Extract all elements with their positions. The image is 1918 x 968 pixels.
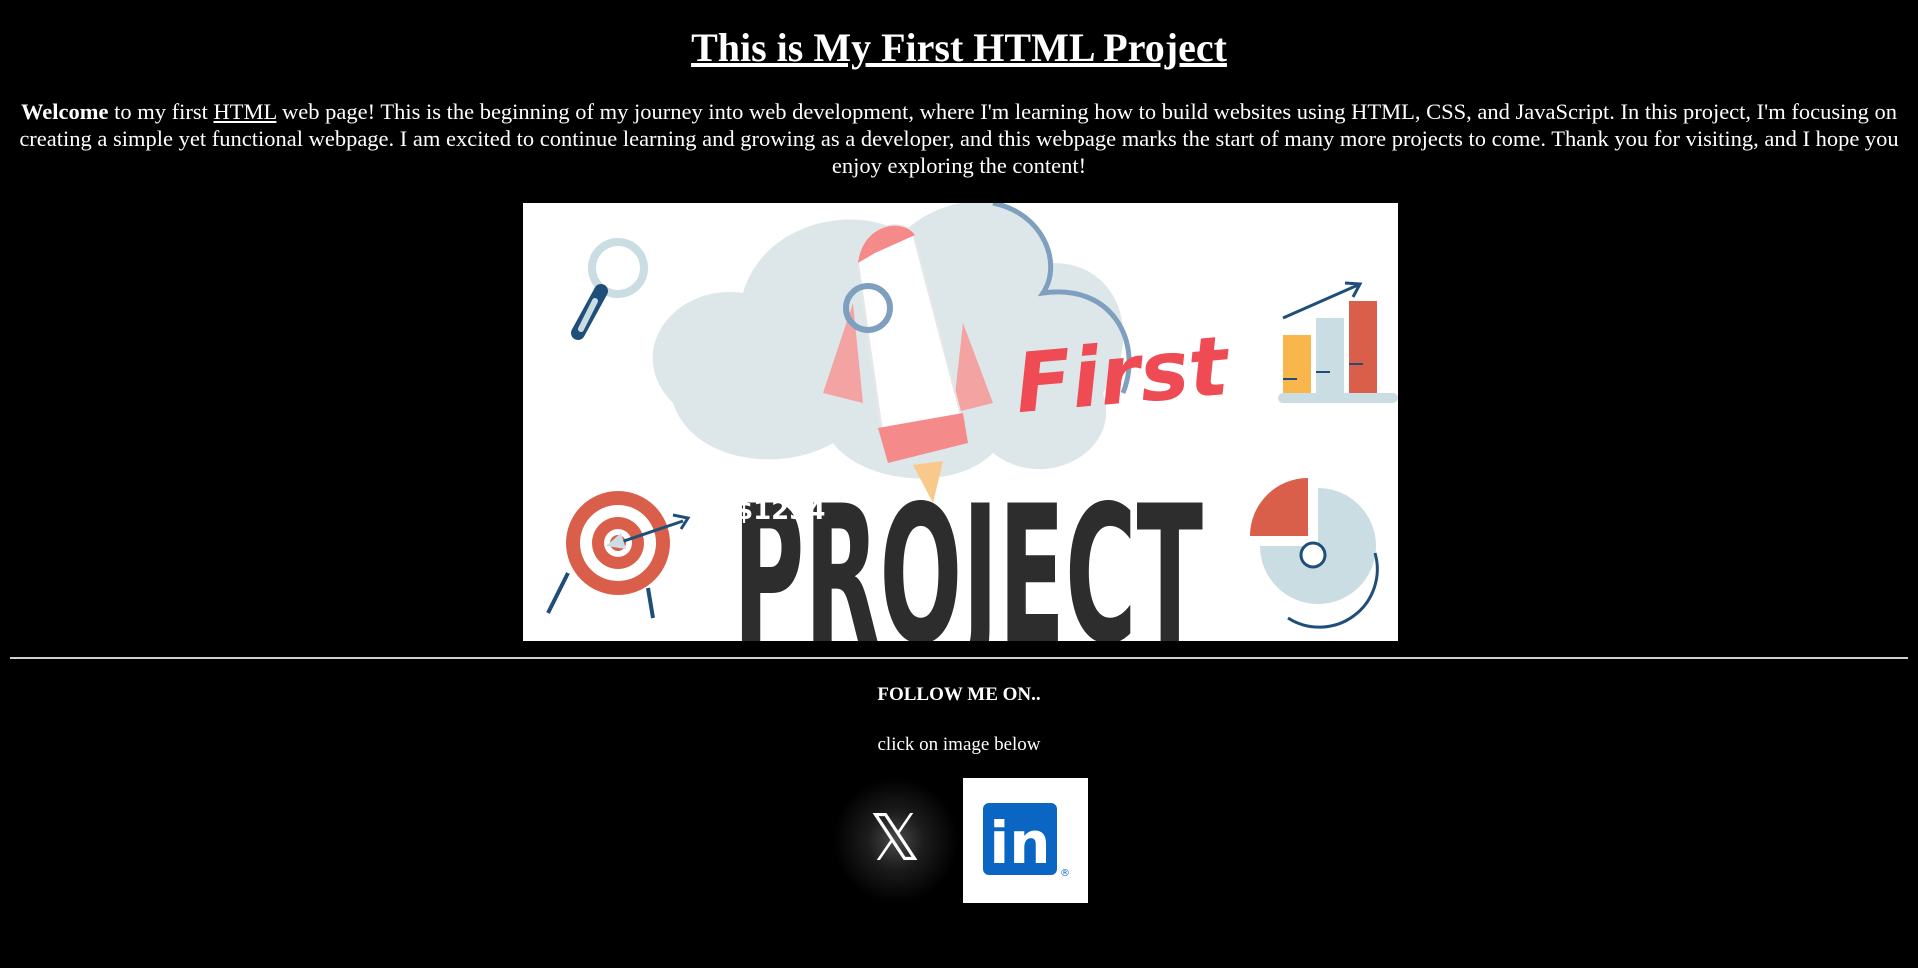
price-stamp: $1234 (735, 496, 825, 526)
welcome-bold: Welcome (21, 99, 109, 124)
project-word: PROJECT (733, 465, 1203, 641)
intro-paragraph: Welcome to my first HTML web page! This … (10, 98, 1908, 179)
intro-text-2: web page! This is the beginning of my jo… (19, 99, 1899, 178)
x-logo-icon: 𝕏 (833, 778, 958, 903)
first-project-image: First PROJECT $1234 (523, 203, 1398, 641)
x-social-link[interactable]: 𝕏 (833, 778, 958, 903)
linkedin-text: in (989, 809, 1050, 877)
intro-text-1: to my first (108, 99, 214, 124)
click-hint: click on image below (877, 734, 1041, 755)
follow-heading: FOLLOW ME ON.. (877, 684, 1041, 705)
html-link[interactable]: HTML (213, 99, 276, 124)
page: This is My First HTML Project Welcome to… (0, 0, 1918, 968)
section-divider (10, 657, 1908, 659)
page-title: This is My First HTML Project (691, 25, 1227, 70)
first-word: First (1012, 319, 1235, 432)
linkedin-registered: ® (1060, 868, 1070, 879)
x-glyph: 𝕏 (869, 802, 921, 876)
linkedin-logo-icon: in ® (963, 778, 1088, 903)
linkedin-social-link[interactable]: in ® (963, 778, 1088, 903)
